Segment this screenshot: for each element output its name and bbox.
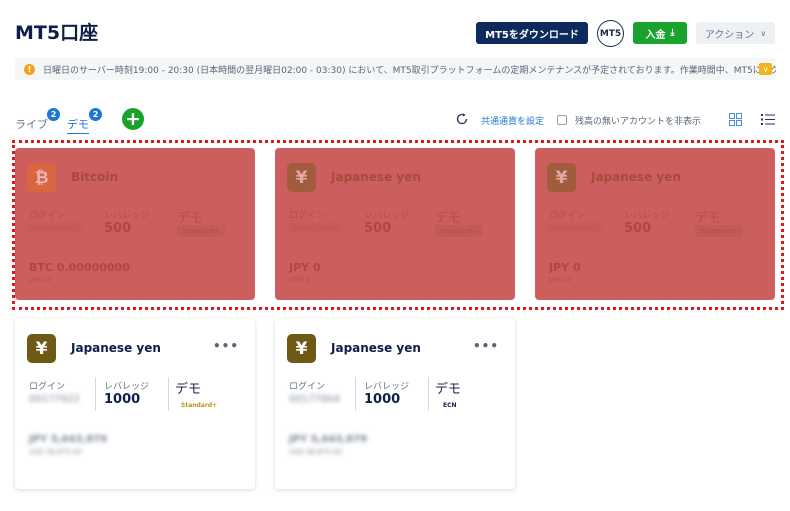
account-balance-usd: USD 0: [29, 276, 51, 284]
divider: [428, 377, 429, 411]
account-card[interactable]: ¥ Japanese yen ••• ログイン 00177922 レバレッジ 1…: [15, 319, 255, 489]
action-label: アクション: [704, 29, 755, 41]
login-value: 00000000: [29, 223, 80, 234]
leverage-label: レバレッジ: [104, 382, 150, 392]
yen-icon: ¥: [27, 334, 56, 363]
yen-icon: ¥: [287, 334, 316, 363]
divider: [95, 377, 96, 411]
account-mode: デモ: [177, 211, 204, 226]
login-label: ログイン: [549, 211, 586, 221]
expand-notice-icon[interactable]: ∨: [759, 63, 772, 75]
account-balance: JPY 5,643,879: [29, 434, 108, 445]
login-label: ログイン: [29, 382, 66, 392]
deposit-button[interactable]: 入金 ⤓: [633, 22, 687, 44]
download-arrow-icon: ⤓: [670, 28, 675, 38]
account-type-badge: Standard+: [177, 225, 225, 237]
account-balance: JPY 5,643,879: [289, 434, 368, 445]
account-type-badge: Standard+: [435, 225, 483, 237]
more-options-icon[interactable]: •••: [213, 339, 239, 353]
account-card[interactable]: ¥ Japanese yen ••• ログイン 00177904 レバレッジ 1…: [275, 319, 515, 489]
account-balance-usd: USD 0: [289, 276, 311, 284]
leverage-value: 500: [624, 221, 652, 236]
tab-demo[interactable]: デモ: [67, 116, 89, 134]
account-currency: Japanese yen: [331, 170, 421, 184]
login-label: ログイン: [289, 211, 326, 221]
set-common-currency-link[interactable]: 共通通貨を設定: [481, 114, 544, 127]
account-currency: Japanese yen: [591, 170, 681, 184]
account-currency: Japanese yen: [71, 341, 161, 355]
account-currency: Japanese yen: [331, 341, 421, 355]
divider: [355, 377, 356, 411]
yen-icon: ¥: [287, 163, 316, 192]
login-value: 00177904: [289, 394, 340, 405]
login-value: 00000000: [289, 223, 340, 234]
account-card[interactable]: ¥ Japanese yen ログイン 00000000 レバレッジ 500 デ…: [275, 148, 515, 300]
leverage-value: 1000: [364, 392, 401, 407]
account-mode: デモ: [695, 211, 722, 226]
leverage-label: レバレッジ: [364, 382, 410, 392]
account-type-badge: ECN: [443, 402, 457, 409]
tab-live[interactable]: ライブ: [15, 116, 48, 132]
account-type-badge: Standard+: [695, 225, 743, 237]
add-account-button[interactable]: +: [122, 108, 144, 130]
account-mode: デモ: [435, 382, 462, 397]
notice-text: 日曜日のサーバー時刻19:00 - 20:30 (日本時間の翌月曜日02:00 …: [43, 65, 776, 76]
demo-count-badge: 2: [89, 108, 102, 121]
page-title: MT5口座: [15, 22, 99, 44]
account-balance-usd: USD 36,875.00: [289, 448, 342, 456]
account-currency: Bitcoin: [71, 170, 119, 184]
account-balance: JPY 0: [289, 261, 321, 274]
chevron-down-icon: ∨: [760, 28, 767, 38]
yen-icon: ¥: [547, 163, 576, 192]
deposit-label: 入金: [645, 29, 666, 41]
warning-icon: !: [24, 63, 35, 75]
account-mode: デモ: [435, 211, 462, 226]
more-options-icon[interactable]: •••: [473, 339, 499, 353]
bitcoin-icon: ₿: [27, 163, 56, 192]
login-value: 00000000: [549, 223, 600, 234]
login-value: 00177922: [29, 394, 80, 405]
login-label: ログイン: [289, 382, 326, 392]
leverage-value: 1000: [104, 392, 141, 407]
hide-empty-checkbox[interactable]: [557, 115, 567, 125]
account-balance-usd: USD 0: [549, 276, 571, 284]
login-label: ログイン: [29, 211, 66, 221]
account-card[interactable]: ¥ Japanese yen ログイン 00000000 レバレッジ 500 デ…: [535, 148, 775, 300]
refresh-icon[interactable]: [455, 112, 469, 126]
account-balance: JPY 0: [549, 261, 581, 274]
account-balance-usd: USD 36,875.00: [29, 448, 82, 456]
divider: [168, 377, 169, 411]
download-mt5-button[interactable]: MT5をダウンロード: [476, 22, 588, 44]
list-view-icon[interactable]: [761, 113, 775, 126]
account-type-badge: Standard+: [181, 402, 218, 409]
action-dropdown[interactable]: アクション ∨: [696, 22, 775, 44]
account-balance: BTC 0.00000000: [29, 261, 130, 274]
account-card[interactable]: ₿ Bitcoin ログイン 00000000 レバレッジ 500 デモ Sta…: [15, 148, 255, 300]
leverage-value: 500: [364, 221, 392, 236]
leverage-label: レバレッジ: [624, 211, 670, 221]
leverage-label: レバレッジ: [364, 211, 410, 221]
hide-empty-label: 残高の無いアカウントを非表示: [575, 117, 702, 127]
leverage-value: 500: [104, 221, 132, 236]
live-count-badge: 2: [47, 108, 60, 121]
grid-view-icon[interactable]: [729, 113, 742, 126]
account-mode: デモ: [175, 382, 202, 397]
mt5-badge[interactable]: MT5: [597, 20, 624, 47]
leverage-label: レバレッジ: [104, 211, 150, 221]
maintenance-notice: ! 日曜日のサーバー時刻19:00 - 20:30 (日本時間の翌月曜日02:0…: [15, 58, 776, 80]
